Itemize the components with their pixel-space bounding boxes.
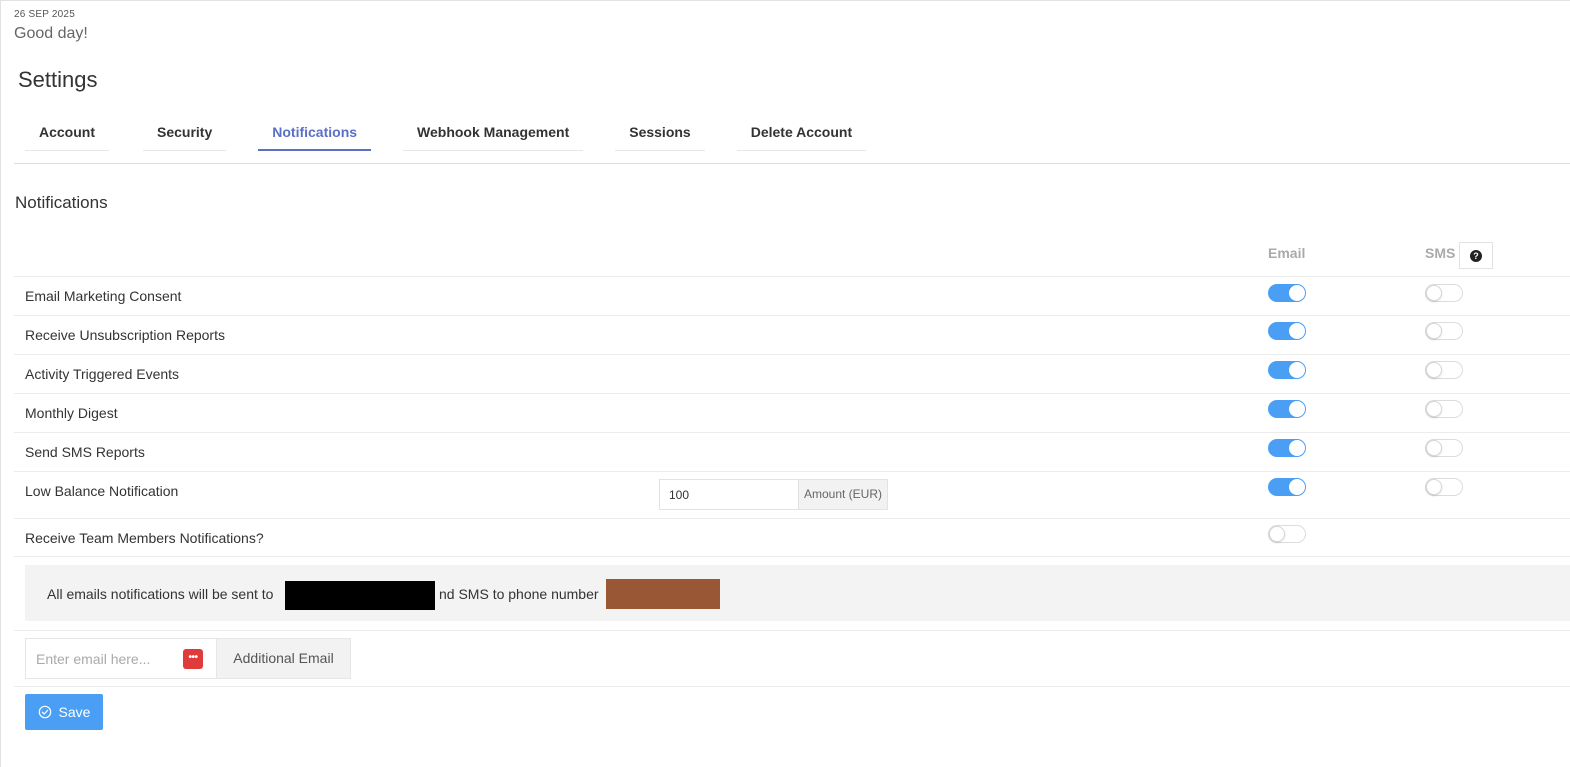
email-toggle-unsubscription-reports[interactable] — [1268, 322, 1306, 340]
sms-toggle-marketing-consent[interactable] — [1425, 284, 1463, 302]
divider — [14, 630, 1570, 631]
email-toggle-monthly-digest[interactable] — [1268, 400, 1306, 418]
sms-toggle-activity-events[interactable] — [1425, 361, 1463, 379]
email-toggle-low-balance[interactable] — [1268, 478, 1306, 496]
notification-label: Receive Team Members Notifications? — [25, 530, 264, 546]
check-circle-icon — [38, 705, 51, 719]
notification-destination-info: All emails notifications will be sent to… — [25, 565, 1570, 621]
tab-security[interactable]: Security — [143, 113, 227, 151]
additional-email-input-wrap: ••• — [26, 639, 216, 678]
notification-row: Send SMS Reports — [14, 432, 1570, 471]
notification-row: Monthly Digest — [14, 393, 1570, 432]
page-title: Settings — [18, 67, 98, 92]
additional-email-group: ••• Additional Email — [25, 638, 351, 679]
save-button[interactable]: Save — [25, 694, 103, 730]
additional-email-input[interactable] — [26, 639, 176, 678]
divider — [14, 686, 1570, 687]
question-circle-icon: ? — [1470, 249, 1482, 262]
email-toggle-marketing-consent[interactable] — [1268, 284, 1306, 302]
password-manager-icon[interactable]: ••• — [183, 649, 203, 669]
info-text-middle: nd SMS to phone number — [439, 586, 599, 602]
low-balance-amount-input[interactable] — [660, 480, 798, 509]
sms-column-header: SMS — [1425, 245, 1456, 261]
notification-label: Email Marketing Consent — [25, 288, 182, 304]
settings-tabs: Account Security Notifications Webhook M… — [25, 113, 867, 151]
additional-email-addon[interactable]: Additional Email — [216, 639, 350, 678]
tabs-divider — [14, 163, 1570, 164]
notification-label: Send SMS Reports — [25, 444, 145, 460]
sms-toggle-sms-reports[interactable] — [1425, 439, 1463, 457]
tab-account[interactable]: Account — [25, 113, 109, 151]
sms-help-button[interactable]: ? — [1459, 242, 1493, 269]
greeting-text: Good day! — [14, 25, 88, 42]
section-title: Notifications — [15, 193, 108, 212]
notification-row: Activity Triggered Events — [14, 354, 1570, 393]
notification-label: Activity Triggered Events — [25, 366, 180, 382]
notification-label: Low Balance Notification — [25, 483, 179, 499]
tab-delete-account[interactable]: Delete Account — [736, 113, 867, 151]
redacted-email — [285, 581, 435, 610]
current-date: 26 SEP 2025 — [14, 9, 75, 20]
notification-row: Receive Unsubscription Reports — [14, 315, 1570, 354]
amount-currency-addon: Amount (EUR) — [798, 480, 887, 509]
notification-row: Email Marketing Consent — [14, 276, 1570, 315]
sms-toggle-low-balance[interactable] — [1425, 478, 1463, 496]
sms-toggle-monthly-digest[interactable] — [1425, 400, 1463, 418]
settings-page: 26 SEP 2025 Good day! Settings Account S… — [0, 0, 1570, 767]
tab-webhook-management[interactable]: Webhook Management — [403, 113, 584, 151]
info-text-prefix: All emails notifications will be sent to — [47, 586, 274, 602]
notification-label: Monthly Digest — [25, 405, 118, 421]
sms-toggle-unsubscription-reports[interactable] — [1425, 322, 1463, 340]
redacted-phone-number — [606, 579, 720, 609]
low-balance-amount-group: Amount (EUR) — [659, 479, 888, 510]
notification-label: Receive Unsubscription Reports — [25, 327, 225, 343]
email-toggle-activity-events[interactable] — [1268, 361, 1306, 379]
email-toggle-team-members[interactable] — [1268, 525, 1306, 543]
notification-row: Receive Team Members Notifications? — [14, 518, 1570, 557]
tab-notifications[interactable]: Notifications — [258, 113, 372, 151]
tab-sessions[interactable]: Sessions — [615, 113, 705, 151]
email-column-header: Email — [1268, 245, 1306, 261]
save-button-label: Save — [58, 704, 91, 720]
email-toggle-sms-reports[interactable] — [1268, 439, 1306, 457]
